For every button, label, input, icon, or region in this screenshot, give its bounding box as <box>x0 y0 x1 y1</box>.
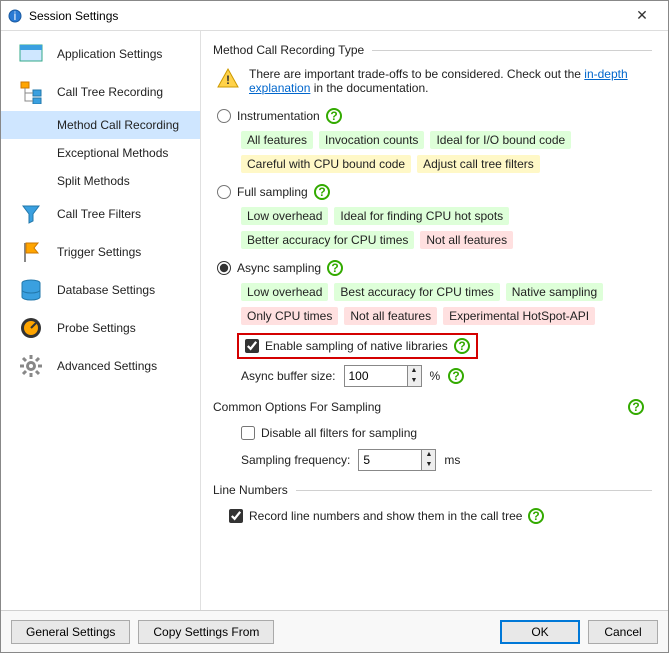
unit-label: % <box>430 369 441 383</box>
radio-label: Full sampling <box>237 185 308 199</box>
svg-text:?: ? <box>533 509 540 523</box>
radio-label: Instrumentation <box>237 109 320 123</box>
sidebar-item-application-settings[interactable]: Application Settings <box>1 35 200 73</box>
window-icon <box>17 40 45 68</box>
buffer-size-input[interactable] <box>344 365 408 387</box>
svg-text:?: ? <box>458 339 465 353</box>
flag-icon <box>17 238 45 266</box>
sidebar-item-trigger-settings[interactable]: Trigger Settings <box>1 233 200 271</box>
sidebar-item-exceptional-methods[interactable]: Exceptional Methods <box>1 139 200 167</box>
warning-icon: ! <box>217 67 239 89</box>
svg-text:?: ? <box>453 369 460 383</box>
section-legend: Line Numbers <box>213 483 296 497</box>
radio-label: Async sampling <box>237 261 321 275</box>
sidebar-item-label: Trigger Settings <box>57 245 141 259</box>
tree-icon <box>17 78 45 106</box>
feature-tag: Only CPU times <box>241 307 338 325</box>
sidebar-item-database-settings[interactable]: Database Settings <box>1 271 200 309</box>
sidebar-item-label: Exceptional Methods <box>57 146 168 160</box>
app-icon: i <box>7 8 23 24</box>
help-icon[interactable]: ? <box>448 368 464 384</box>
instrumentation-radio[interactable] <box>217 109 231 123</box>
feature-tag: Adjust call tree filters <box>417 155 540 173</box>
feature-tag: Ideal for finding CPU hot spots <box>334 207 509 225</box>
disable-filters-checkbox[interactable] <box>241 426 255 440</box>
general-settings-button[interactable]: General Settings <box>11 620 130 644</box>
sampling-freq-label: Sampling frequency: <box>241 453 350 467</box>
help-icon[interactable]: ? <box>454 338 470 354</box>
content-pane: Method Call Recording Type ! There are i… <box>201 31 668 610</box>
buffer-size-label: Async buffer size: <box>241 369 336 383</box>
svg-text:i: i <box>14 9 17 23</box>
feature-tag: Better accuracy for CPU times <box>241 231 414 249</box>
line-numbers-checkbox[interactable] <box>229 509 243 523</box>
highlight-frame: Enable sampling of native libraries ? <box>237 333 478 359</box>
sidebar-item-label: Call Tree Recording <box>57 85 163 99</box>
full-sampling-radio[interactable] <box>217 185 231 199</box>
close-button[interactable]: ✕ <box>622 7 662 24</box>
instrumentation-tags: All features Invocation counts Ideal for I… <box>213 127 652 181</box>
ok-button[interactable]: OK <box>500 620 580 644</box>
gauge-icon <box>17 314 45 342</box>
async-sampling-tags: Low overhead Best accuracy for CPU times N… <box>213 279 652 333</box>
feature-tag: Low overhead <box>241 283 328 301</box>
feature-tag: Low overhead <box>241 207 328 225</box>
svg-text:?: ? <box>318 185 325 199</box>
feature-tag: Careful with CPU bound code <box>241 155 411 173</box>
sidebar-item-call-tree-filters[interactable]: Call Tree Filters <box>1 195 200 233</box>
checkbox-label: Record line numbers and show them in the… <box>249 509 522 523</box>
spinner[interactable]: ▲▼ <box>422 449 436 471</box>
database-icon <box>17 276 45 304</box>
sidebar-item-label: Call Tree Filters <box>57 207 141 221</box>
sidebar-item-method-call-recording[interactable]: Method Call Recording <box>1 111 200 139</box>
help-icon[interactable]: ? <box>326 108 342 124</box>
gear-icon <box>17 352 45 380</box>
svg-text:?: ? <box>632 400 639 414</box>
sidebar-item-advanced-settings[interactable]: Advanced Settings <box>1 347 200 385</box>
filter-icon <box>17 200 45 228</box>
async-sampling-radio[interactable] <box>217 261 231 275</box>
svg-text:!: ! <box>226 73 230 87</box>
section-legend: Method Call Recording Type <box>213 43 372 57</box>
spinner[interactable]: ▲▼ <box>408 365 422 387</box>
sidebar-item-call-tree-recording[interactable]: Call Tree Recording <box>1 73 200 111</box>
feature-tag: Not all features <box>344 307 437 325</box>
help-icon[interactable]: ? <box>314 184 330 200</box>
checkbox-label: Enable sampling of native libraries <box>265 339 448 353</box>
cancel-button[interactable]: Cancel <box>588 620 658 644</box>
sidebar-item-label: Method Call Recording <box>57 118 179 132</box>
native-libraries-checkbox[interactable] <box>245 339 259 353</box>
feature-tag: All features <box>241 131 313 149</box>
sidebar-item-label: Probe Settings <box>57 321 136 335</box>
unit-label: ms <box>444 453 460 467</box>
sidebar-item-label: Database Settings <box>57 283 155 297</box>
help-icon[interactable]: ? <box>528 508 544 524</box>
help-icon[interactable]: ? <box>628 399 644 415</box>
feature-tag: Native sampling <box>506 283 603 301</box>
checkbox-label: Disable all filters for sampling <box>261 426 417 440</box>
feature-tag: Not all features <box>420 231 513 249</box>
sidebar-item-probe-settings[interactable]: Probe Settings <box>1 309 200 347</box>
warning-text: There are important trade-offs to be con… <box>249 67 648 95</box>
sidebar-item-label: Application Settings <box>57 47 162 61</box>
window-title: Session Settings <box>29 9 622 23</box>
feature-tag: Experimental HotSpot-API <box>443 307 595 325</box>
feature-tag: Invocation counts <box>319 131 424 149</box>
svg-text:?: ? <box>331 261 338 275</box>
sidebar-item-split-methods[interactable]: Split Methods <box>1 167 200 195</box>
sidebar-item-label: Advanced Settings <box>57 359 157 373</box>
feature-tag: Ideal for I/O bound code <box>430 131 571 149</box>
sidebar: Application Settings Call Tree Recording… <box>1 31 201 610</box>
full-sampling-tags: Low overhead Ideal for finding CPU hot sp… <box>213 203 652 257</box>
help-icon[interactable]: ? <box>327 260 343 276</box>
feature-tag: Best accuracy for CPU times <box>334 283 499 301</box>
copy-settings-button[interactable]: Copy Settings From <box>138 620 274 644</box>
sampling-freq-input[interactable] <box>358 449 422 471</box>
sidebar-item-label: Split Methods <box>57 174 130 188</box>
svg-text:?: ? <box>330 109 337 123</box>
section-legend: Common Options For Sampling <box>213 400 381 414</box>
